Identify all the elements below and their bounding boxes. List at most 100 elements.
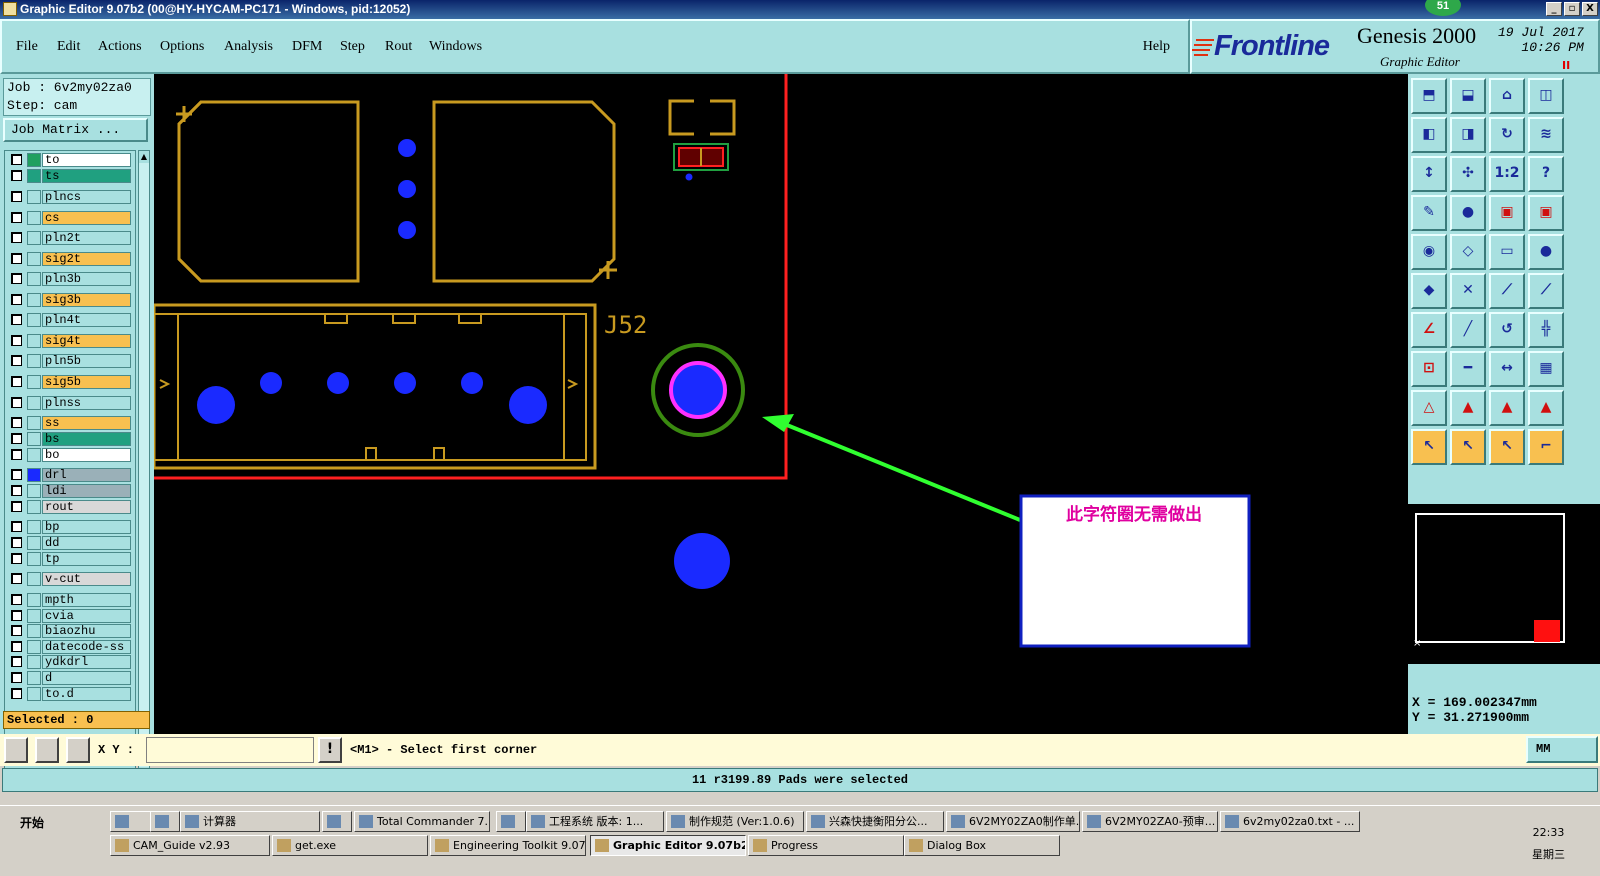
layer-name[interactable]: pln4t	[42, 313, 131, 327]
layer-checkbox[interactable]	[11, 433, 22, 444]
camera-button[interactable]: ◉	[1411, 234, 1447, 270]
tools-button[interactable]: ✎	[1411, 195, 1447, 231]
isolated-pad[interactable]	[674, 533, 730, 589]
pause-indicator[interactable]: II	[1562, 59, 1570, 72]
layer-checkbox[interactable]	[11, 625, 22, 636]
layer-color-swatch[interactable]	[27, 272, 41, 286]
diag-button[interactable]: ╱	[1450, 312, 1486, 348]
maximize-button[interactable]: ▫	[1564, 2, 1580, 16]
via[interactable]	[398, 221, 416, 239]
net-blue-button[interactable]: ▣	[1528, 195, 1564, 231]
layer-checkbox[interactable]	[11, 553, 22, 564]
layer-name[interactable]: pln2t	[42, 231, 131, 245]
layer-name[interactable]: bp	[42, 520, 131, 534]
layer-row[interactable]: bo	[7, 448, 133, 462]
layer-color-swatch[interactable]	[27, 169, 41, 183]
menu-actions[interactable]: Actions	[98, 39, 142, 55]
unit-selector[interactable]: MM	[1526, 736, 1598, 763]
angle-button[interactable]: ∠	[1411, 312, 1447, 348]
warning-icon[interactable]: !	[318, 737, 342, 763]
layer-checkbox[interactable]	[11, 294, 22, 305]
layer-row[interactable]: biaozhu	[7, 624, 133, 638]
connector-pad[interactable]	[394, 372, 416, 394]
layer-name[interactable]: drl	[42, 468, 131, 482]
layer-checkbox[interactable]	[11, 212, 22, 223]
layer-checkbox[interactable]	[11, 253, 22, 264]
job-matrix-button[interactable]: Job Matrix ...	[3, 118, 148, 142]
layer-checkbox[interactable]	[11, 191, 22, 202]
pad-add-button[interactable]: ⊡	[1411, 351, 1447, 387]
layer-row[interactable]: to	[7, 153, 133, 167]
menu-step[interactable]: Step	[340, 39, 365, 55]
select-area-button[interactable]: ◇	[1450, 234, 1486, 270]
minus-button[interactable]: ━	[1450, 351, 1486, 387]
layer-color-swatch[interactable]	[27, 609, 41, 623]
taskbar-item[interactable]: 工程系统 版本: 1...	[526, 811, 664, 832]
layer-row[interactable]: bp	[7, 520, 133, 534]
layer-checkbox[interactable]	[11, 397, 22, 408]
layer-checkbox[interactable]	[11, 573, 22, 584]
taskbar-item[interactable]: 计算器	[180, 811, 320, 832]
layer-color-swatch[interactable]	[27, 655, 41, 669]
layer-checkbox[interactable]	[11, 672, 22, 683]
mounting-pad[interactable]	[509, 386, 547, 424]
pointer-box-button[interactable]: ↖	[1450, 429, 1486, 465]
taskbar-item[interactable]	[322, 811, 352, 832]
pin-button[interactable]: ●	[1450, 195, 1486, 231]
layer-name[interactable]: plnss	[42, 396, 131, 410]
layer-checkbox[interactable]	[11, 335, 22, 346]
graphic-canvas[interactable]: J52 此字符圈无需做出	[154, 74, 1408, 734]
connect-button[interactable]: ◆	[1411, 273, 1447, 309]
move-down-button[interactable]: ⬓	[1450, 78, 1486, 114]
layer-row[interactable]: sig2t	[7, 252, 133, 266]
taskbar-item[interactable]: Graphic Editor 9.07b2 ...	[590, 835, 746, 856]
layer-color-swatch[interactable]	[27, 375, 41, 389]
ruler-button[interactable]: ▭	[1489, 234, 1525, 270]
taskbar-item[interactable]: 制作规范 (Ver:1.0.6)	[666, 811, 804, 832]
layer-color-swatch[interactable]	[27, 416, 41, 430]
layer-checkbox[interactable]	[11, 485, 22, 496]
overview-map[interactable]: ×	[1408, 504, 1600, 664]
layer-name[interactable]: d	[42, 671, 131, 685]
layer-row[interactable]: v-cut	[7, 572, 133, 586]
triangle-4-button[interactable]: ▲	[1528, 390, 1564, 426]
layer-name[interactable]: bs	[42, 432, 131, 446]
help-button[interactable]: ?	[1528, 156, 1564, 192]
layer-color-swatch[interactable]	[27, 520, 41, 534]
layer-checkbox[interactable]	[11, 501, 22, 512]
zoom-1-2-button[interactable]: 1:2	[1489, 156, 1525, 192]
menu-edit[interactable]: Edit	[57, 39, 80, 55]
layer-color-swatch[interactable]	[27, 624, 41, 638]
layer-checkbox[interactable]	[11, 610, 22, 621]
copy-button[interactable]: ▦	[1528, 351, 1564, 387]
layer-color-swatch[interactable]	[27, 334, 41, 348]
layer-row[interactable]: pln4t	[7, 313, 133, 327]
layer-name[interactable]: sig4t	[42, 334, 131, 348]
layer-row[interactable]: plnss	[7, 396, 133, 410]
layer-row[interactable]: bs	[7, 432, 133, 446]
line-pt-2-button[interactable]: ⟋	[1528, 273, 1564, 309]
layer-name[interactable]: cs	[42, 211, 131, 225]
pad-dot-button[interactable]: ●	[1528, 234, 1564, 270]
start-button[interactable]: 开始	[2, 812, 52, 834]
move-right-button[interactable]: ◨	[1450, 117, 1486, 153]
layer-name[interactable]: plncs	[42, 190, 131, 204]
layer-row[interactable]: cs	[7, 211, 133, 225]
layer-checkbox[interactable]	[11, 521, 22, 532]
layer-row[interactable]: sig3b	[7, 293, 133, 307]
layer-color-swatch[interactable]	[27, 468, 41, 482]
menu-dfm[interactable]: DFM	[292, 39, 322, 55]
layer-row[interactable]: mpth	[7, 593, 133, 607]
layer-row[interactable]: tp	[7, 552, 133, 566]
layer-checkbox[interactable]	[11, 314, 22, 325]
layer-row[interactable]: cvia	[7, 609, 133, 623]
measure-icon[interactable]	[35, 737, 59, 763]
layer-color-swatch[interactable]	[27, 354, 41, 368]
layer-color-swatch[interactable]	[27, 448, 41, 462]
layer-row[interactable]: d	[7, 671, 133, 685]
taskbar-item[interactable]: Engineering Toolkit 9.07...	[430, 835, 586, 856]
layer-checkbox[interactable]	[11, 273, 22, 284]
arc-button[interactable]: ↺	[1489, 312, 1525, 348]
layer-color-swatch[interactable]	[27, 313, 41, 327]
layer-name[interactable]: datecode-ss	[42, 640, 131, 654]
